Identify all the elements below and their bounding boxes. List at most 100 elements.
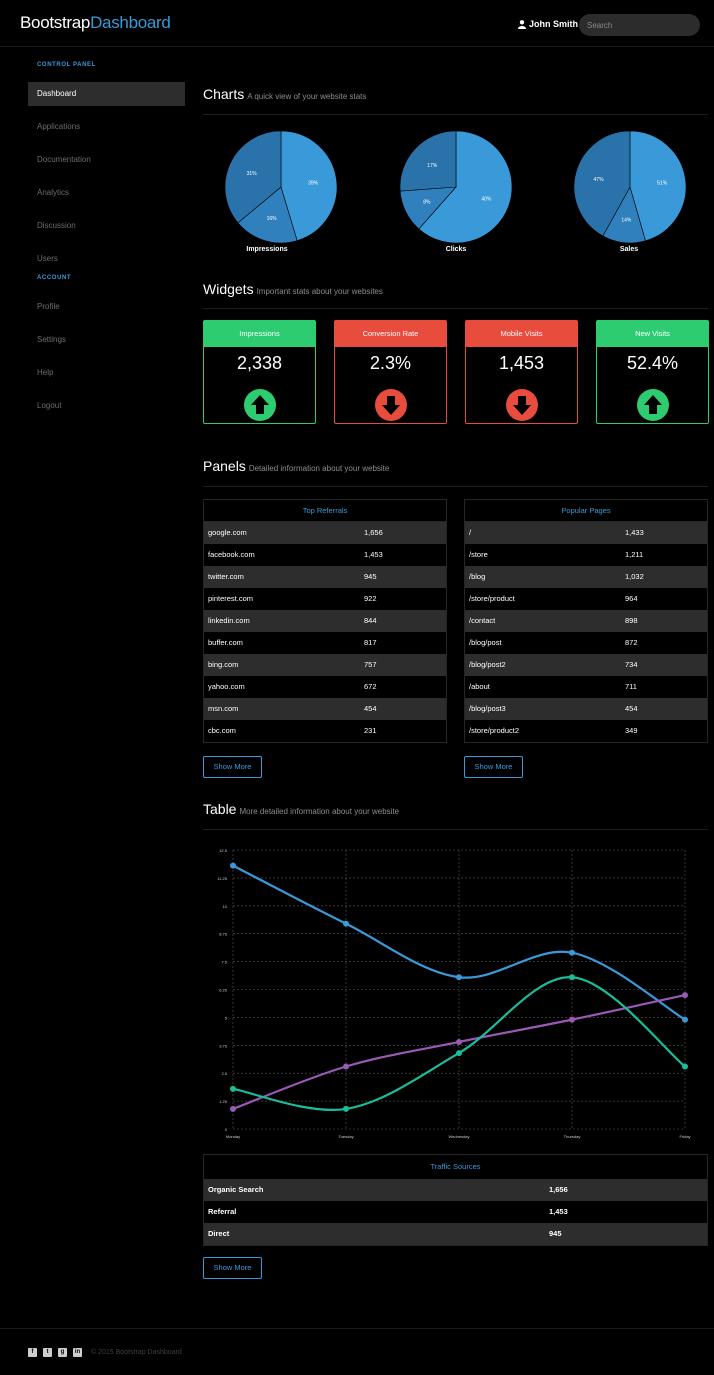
- popular-page-row: / 1,433: [465, 522, 707, 544]
- row-label: google.com: [208, 528, 247, 537]
- arrow-up-icon: [637, 389, 669, 421]
- sidebar-item-users[interactable]: Users: [28, 247, 185, 271]
- series-point[interactable]: [682, 992, 688, 999]
- y-tick-label: 2.5: [221, 1071, 227, 1076]
- widget-title: Conversion Rate: [335, 321, 446, 347]
- series-point[interactable]: [569, 974, 575, 981]
- pie-label-sales: Sales: [619, 246, 639, 253]
- row-label: yahoo.com: [208, 682, 245, 691]
- widget-card: Mobile Visits 1,453: [465, 320, 578, 424]
- row-value: 817: [364, 638, 377, 647]
- sidebar-item-applications[interactable]: Applications: [28, 115, 185, 148]
- traffic-source-row: Direct 945: [204, 1223, 707, 1245]
- section-subtitle: Detailed information about your website: [248, 464, 390, 473]
- traffic-source-row: Organic Search 1,656: [204, 1179, 707, 1201]
- row-label: /contact: [469, 616, 496, 625]
- pie-slice-label: 14%: [621, 217, 632, 223]
- series-point[interactable]: [343, 920, 349, 927]
- google-plus-icon[interactable]: g: [58, 1348, 67, 1357]
- row-value: 945: [549, 1229, 562, 1238]
- popular-page-row: /blog/post2 734: [465, 654, 707, 676]
- section-subtitle: More detailed information about your web…: [239, 807, 400, 816]
- x-tick-label: Friday: [679, 1134, 690, 1139]
- social-icons: f t g in: [28, 1348, 82, 1357]
- pie-slice-label: 16%: [267, 216, 278, 222]
- series-point[interactable]: [230, 1085, 236, 1092]
- table-title: Traffic Sources: [430, 1162, 481, 1171]
- row-value: 872: [625, 638, 638, 647]
- facebook-icon[interactable]: f: [28, 1348, 37, 1357]
- series-point[interactable]: [569, 949, 575, 956]
- series-point[interactable]: [343, 1063, 349, 1070]
- top-referrals-show-more-button[interactable]: Show More: [203, 756, 262, 778]
- popular-pages-show-more-button[interactable]: Show More: [464, 756, 523, 778]
- series-point[interactable]: [343, 1105, 349, 1112]
- linkedin-icon[interactable]: in: [73, 1348, 82, 1357]
- pie-chart-impressions: 39% 16% 31%: [224, 130, 338, 244]
- sidebar-item-logout[interactable]: Logout: [28, 394, 185, 427]
- row-value: 1,032: [625, 572, 644, 581]
- series-point[interactable]: [569, 1016, 575, 1023]
- section-title: Widgets: [203, 281, 254, 297]
- arrow-up-icon: [244, 389, 276, 421]
- series-point[interactable]: [456, 1038, 462, 1045]
- sidebar-item-settings[interactable]: Settings: [28, 328, 185, 361]
- panel-title: Popular Pages: [465, 500, 707, 522]
- row-value: 1,656: [549, 1185, 568, 1194]
- y-tick-label: 0: [225, 1127, 228, 1132]
- widget-title: Mobile Visits: [466, 321, 577, 347]
- row-label: linkedin.com: [208, 616, 250, 625]
- pie-slice-label: 8%: [423, 199, 431, 205]
- referral-row: cbc.com 231: [204, 720, 446, 742]
- series-point[interactable]: [230, 1105, 236, 1112]
- section-title: Table: [203, 801, 237, 817]
- sidebar-item-profile[interactable]: Profile: [28, 295, 185, 328]
- brand-logo[interactable]: BootstrapDashboard: [20, 13, 171, 33]
- traffic-show-more-button[interactable]: Show More: [203, 1257, 262, 1279]
- section-subtitle: Important stats about your websites: [256, 287, 383, 296]
- user-name: John Smith: [529, 19, 578, 29]
- section-title: Panels: [203, 458, 246, 474]
- referral-row: linkedin.com 844: [204, 610, 446, 632]
- series-point[interactable]: [230, 862, 236, 869]
- row-value: 964: [625, 594, 638, 603]
- sidebar-item-dashboard[interactable]: Dashboard: [28, 82, 185, 106]
- search-input[interactable]: [579, 14, 700, 36]
- row-label: /store/product2: [469, 726, 520, 735]
- row-label: facebook.com: [208, 550, 255, 559]
- popular-page-row: /store/product2 349: [465, 720, 707, 742]
- referral-row: twitter.com 945: [204, 566, 446, 588]
- row-value: 231: [364, 726, 377, 735]
- sidebar-item-discussion[interactable]: Discussion: [28, 214, 185, 247]
- control-panel-heading: CONTROL PANEL: [37, 62, 96, 68]
- referral-row: yahoo.com 672: [204, 676, 446, 698]
- row-value: 844: [364, 616, 377, 625]
- popular-pages-panel: Popular Pages / 1,433/store 1,211/blog 1,03…: [464, 499, 708, 743]
- sidebar-item-help[interactable]: Help: [28, 361, 185, 394]
- row-value: 1,433: [625, 528, 644, 537]
- copyright-text: © 2015 Bootstrap Dashboard: [91, 1349, 182, 1356]
- row-label: bing.com: [208, 660, 239, 669]
- row-label: buffer.com: [208, 638, 243, 647]
- series-point[interactable]: [456, 1050, 462, 1057]
- y-tick-label: 11.25: [217, 876, 227, 881]
- pie-slice-label: 47%: [594, 177, 605, 183]
- pie-chart-sales: 51% 14% 47%: [573, 130, 687, 244]
- row-label: /blog: [469, 572, 486, 581]
- user-menu[interactable]: John Smith: [518, 19, 578, 29]
- twitter-icon[interactable]: t: [43, 1348, 52, 1357]
- series-point[interactable]: [456, 974, 462, 981]
- sidebar-item-documentation[interactable]: Documentation: [28, 148, 185, 181]
- popular-page-row: /store/product 964: [465, 588, 707, 610]
- referral-row: buffer.com 817: [204, 632, 446, 654]
- series-point[interactable]: [682, 1016, 688, 1023]
- sidebar-item-analytics[interactable]: Analytics: [28, 181, 185, 214]
- row-value: 734: [625, 660, 638, 669]
- row-value: 1,656: [364, 528, 383, 537]
- account-heading: ACCOUNT: [37, 275, 72, 281]
- pie-slice-label: 51%: [657, 180, 668, 186]
- charts-section-header: Charts A quick view of your website stats: [203, 86, 708, 115]
- widget-value: 1,453: [498, 353, 545, 373]
- referral-row: facebook.com 1,453: [204, 544, 446, 566]
- series-point[interactable]: [682, 1063, 688, 1070]
